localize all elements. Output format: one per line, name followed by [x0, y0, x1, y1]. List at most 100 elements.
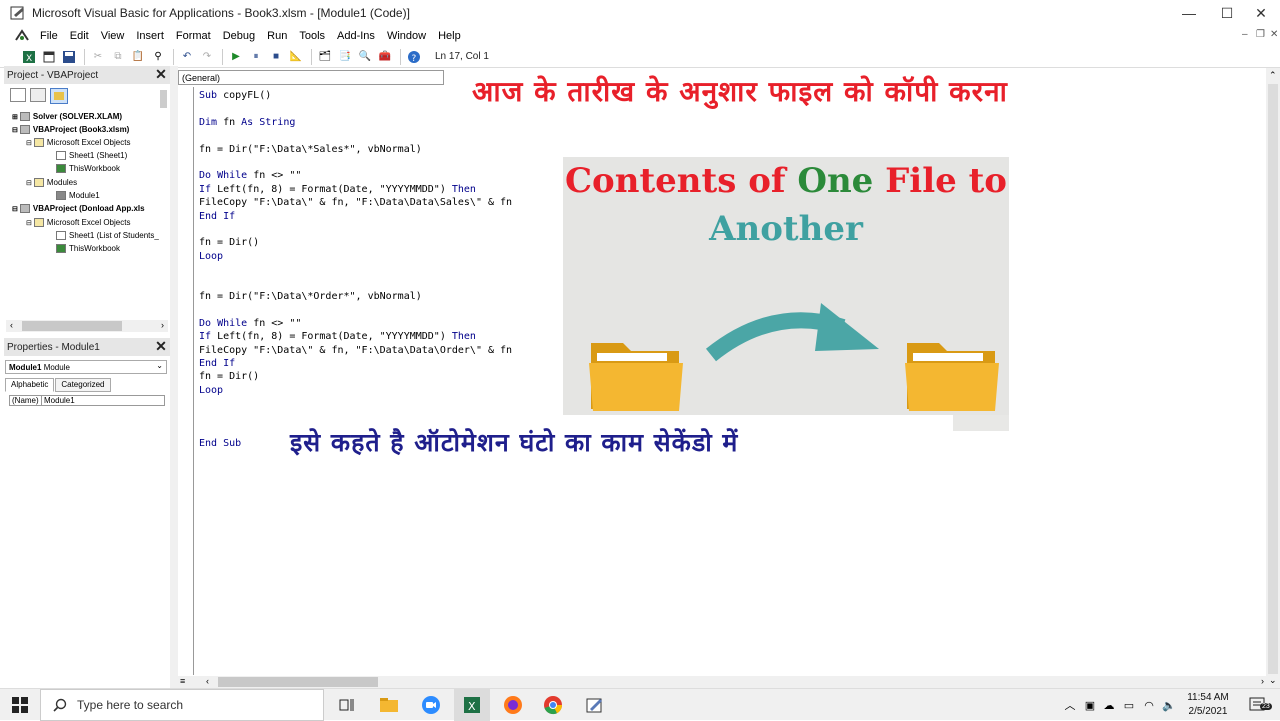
- view-code-icon[interactable]: [10, 88, 26, 102]
- view-object-icon[interactable]: [30, 88, 46, 102]
- tree-node[interactable]: ThisWorkbook: [56, 164, 120, 173]
- scroll-right-icon[interactable]: ›: [161, 320, 164, 330]
- code-line[interactable]: If Left(fn, 8) = Format(Date, "YYYYMMDD"…: [199, 184, 476, 195]
- redo-icon[interactable]: ↷: [198, 49, 216, 65]
- tree-node[interactable]: ⊟ Microsoft Excel Objects: [26, 218, 130, 227]
- code-line[interactable]: fn = Dir(): [199, 237, 259, 248]
- excel-view-icon[interactable]: [14, 28, 30, 44]
- scroll-left-icon[interactable]: ‹: [10, 320, 13, 330]
- cloud-icon[interactable]: ☁: [1100, 689, 1118, 721]
- insert-module-icon[interactable]: [40, 49, 58, 65]
- toolbox-icon[interactable]: 🧰: [376, 49, 394, 65]
- object-browser-icon[interactable]: 🔍: [356, 49, 374, 65]
- tab-categorized[interactable]: Categorized: [55, 378, 111, 392]
- code-line[interactable]: Dim fn As String: [199, 117, 295, 128]
- code-line[interactable]: Do While fn <> "": [199, 170, 301, 181]
- splitter[interactable]: [170, 66, 178, 688]
- menu-tools[interactable]: Tools: [293, 30, 331, 42]
- code-vscrollbar[interactable]: ⌃ ⌄: [1266, 68, 1280, 688]
- break-icon[interactable]: ⏸: [247, 49, 265, 65]
- tree-node[interactable]: Module1: [56, 191, 100, 200]
- run-icon[interactable]: ▶: [227, 49, 245, 65]
- scroll-down-icon[interactable]: ⌄: [1269, 675, 1277, 686]
- menu-file[interactable]: File: [34, 30, 64, 42]
- menu-view[interactable]: View: [95, 30, 131, 42]
- object-select[interactable]: Module1 Module ⌄: [5, 360, 167, 374]
- code-line[interactable]: Loop: [199, 251, 223, 262]
- view-toggle-icon[interactable]: ≡: [180, 676, 185, 686]
- object-combo[interactable]: (General): [178, 70, 444, 85]
- reset-icon[interactable]: ■: [267, 49, 285, 65]
- chevron-up-icon[interactable]: ︿: [1062, 689, 1078, 721]
- tree-node[interactable]: ⊟ Microsoft Excel Objects: [26, 138, 130, 147]
- cut-icon[interactable]: ✂: [89, 49, 107, 65]
- menu-run[interactable]: Run: [261, 30, 293, 42]
- menu-format[interactable]: Format: [170, 30, 217, 42]
- menu-window[interactable]: Window: [381, 30, 432, 42]
- code-line[interactable]: Sub copyFL(): [199, 90, 271, 101]
- mdi-restore-button[interactable]: ❐: [1256, 29, 1265, 40]
- code-line[interactable]: FileCopy "F:\Data\" & fn, "F:\Data\Data\…: [199, 197, 512, 208]
- wifi-icon[interactable]: ◠: [1140, 689, 1158, 721]
- tree-node[interactable]: ⊟ Modules: [26, 178, 77, 187]
- task-view-icon[interactable]: [330, 689, 364, 721]
- battery-icon[interactable]: ▭: [1120, 689, 1138, 721]
- tree-node[interactable]: Sheet1 (List of Students_: [56, 231, 159, 240]
- code-line[interactable]: Loop: [199, 385, 223, 396]
- chrome-icon[interactable]: [536, 689, 570, 721]
- menu-help[interactable]: Help: [432, 30, 467, 42]
- excel-taskbar-icon[interactable]: X: [454, 689, 490, 721]
- notification-center-icon[interactable]: 23: [1240, 689, 1276, 721]
- property-value[interactable]: Module1: [42, 396, 75, 405]
- menu-edit[interactable]: Edit: [64, 30, 95, 42]
- scroll-thumb[interactable]: [1268, 84, 1278, 674]
- code-line[interactable]: fn = Dir("F:\Data\*Sales*", vbNormal): [199, 144, 422, 155]
- zoom-icon[interactable]: [414, 689, 448, 721]
- tree-node[interactable]: ⊟ VBAProject (Donload App.xls: [12, 204, 145, 213]
- code-line[interactable]: Do While fn <> "": [199, 318, 301, 329]
- property-row[interactable]: (Name) Module1: [9, 395, 165, 406]
- tree-node[interactable]: ⊞ Solver (SOLVER.XLAM): [12, 112, 122, 121]
- code-line[interactable]: End Sub: [199, 438, 241, 449]
- project-explorer-icon[interactable]: 🗂: [316, 49, 334, 65]
- design-mode-icon[interactable]: 📐: [287, 49, 305, 65]
- menu-addins[interactable]: Add-Ins: [331, 30, 381, 42]
- start-button[interactable]: [0, 689, 40, 721]
- volume-icon[interactable]: 🔈: [1160, 689, 1178, 721]
- code-line[interactable]: fn = Dir(): [199, 371, 259, 382]
- save-icon[interactable]: [60, 49, 78, 65]
- close-button[interactable]: ✕: [1242, 0, 1280, 26]
- system-clock[interactable]: 11:54 AM 2/5/2021: [1180, 689, 1236, 721]
- tree-node[interactable]: ⊟ VBAProject (Book3.xlsm): [12, 125, 129, 134]
- code-line[interactable]: FileCopy "F:\Data\" & fn, "F:\Data\Data\…: [199, 345, 512, 356]
- file-explorer-icon[interactable]: [372, 689, 406, 721]
- copy-icon[interactable]: ⧉: [109, 49, 127, 65]
- taskbar-search[interactable]: Type here to search: [40, 689, 324, 721]
- code-line[interactable]: End If: [199, 358, 235, 369]
- scroll-thumb[interactable]: [218, 677, 378, 687]
- project-scrollbar[interactable]: [160, 90, 167, 108]
- scroll-up-icon[interactable]: ⌃: [1269, 70, 1277, 81]
- properties-window-icon[interactable]: 📑: [336, 49, 354, 65]
- tree-node[interactable]: Sheet1 (Sheet1): [56, 151, 127, 160]
- code-line[interactable]: End If: [199, 211, 235, 222]
- tab-alphabetic[interactable]: Alphabetic: [5, 378, 55, 392]
- find-icon[interactable]: ⚲: [149, 49, 167, 65]
- scroll-right-icon[interactable]: ›: [1261, 676, 1264, 686]
- toggle-folders-icon[interactable]: [50, 88, 68, 104]
- paste-icon[interactable]: 📋: [129, 49, 147, 65]
- scroll-thumb[interactable]: [22, 321, 122, 331]
- tree-node[interactable]: ThisWorkbook: [56, 244, 120, 253]
- mdi-minimize-button[interactable]: –: [1242, 29, 1248, 40]
- help-icon[interactable]: ?: [405, 49, 423, 65]
- firefox-icon[interactable]: [496, 689, 530, 721]
- meet-now-icon[interactable]: ▣: [1082, 689, 1098, 721]
- menu-insert[interactable]: Insert: [130, 30, 170, 42]
- vba-taskbar-icon[interactable]: [578, 689, 612, 721]
- mdi-close-button[interactable]: ✕: [1270, 29, 1278, 40]
- excel-icon[interactable]: X: [20, 49, 38, 65]
- scroll-left-icon[interactable]: ‹: [206, 676, 209, 686]
- close-icon[interactable]: ✕: [154, 67, 168, 81]
- project-hscrollbar[interactable]: ‹ ›: [6, 320, 168, 332]
- close-icon[interactable]: ✕: [154, 339, 168, 353]
